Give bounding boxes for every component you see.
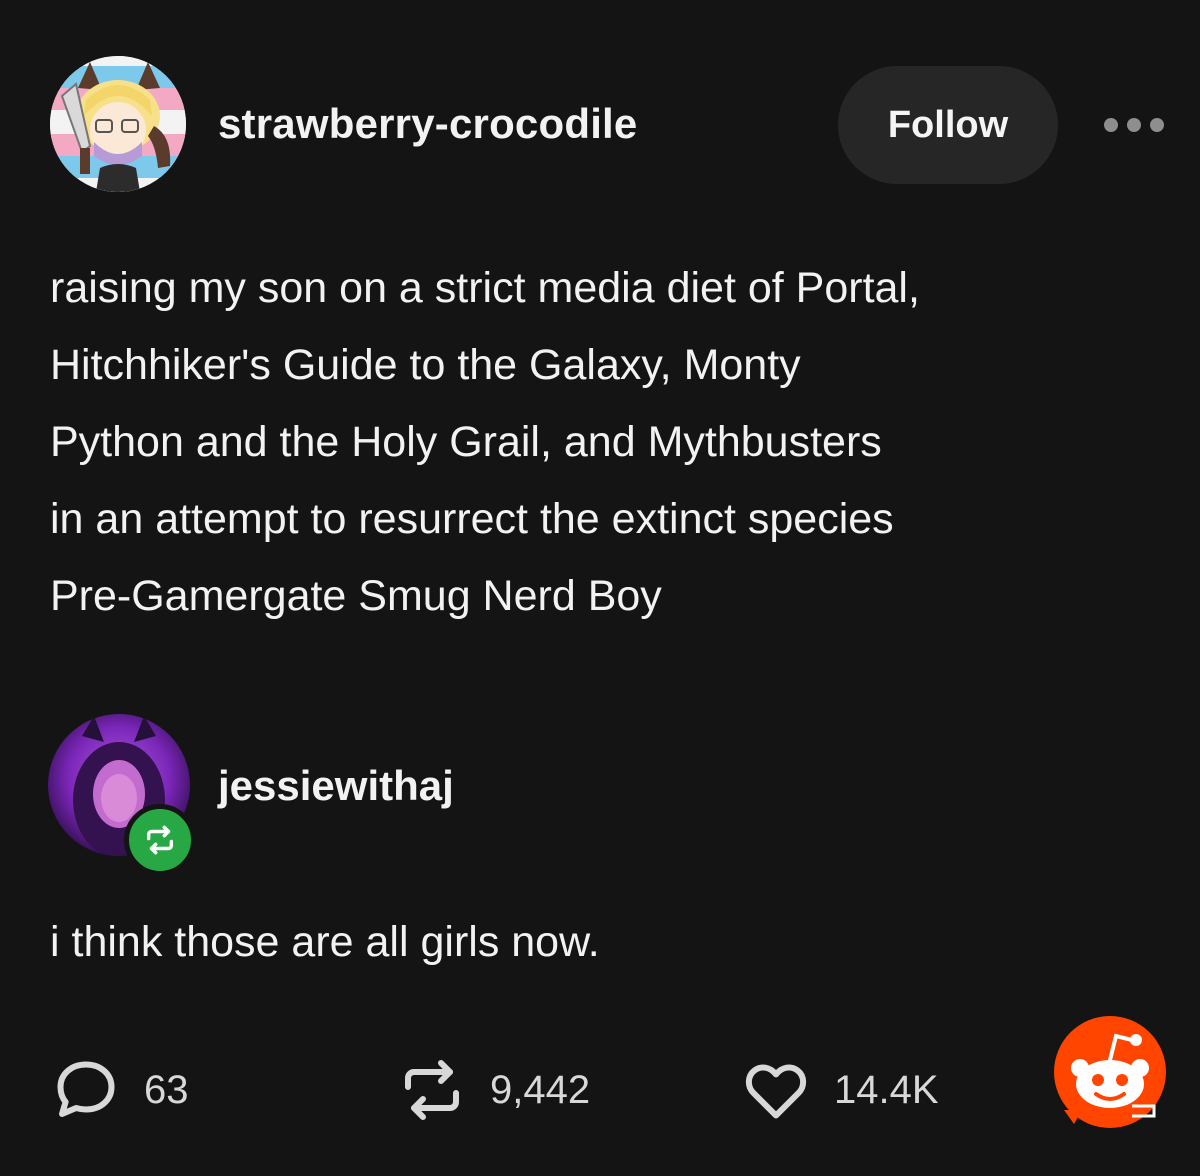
op-username[interactable]: strawberry-crocodile [218,100,638,148]
likes-count: 14.4K [834,1067,939,1112]
dot [1127,118,1141,132]
reblogger-username[interactable]: jessiewithaj [218,762,454,810]
post-line: Pre-Gamergate Smug Nerd Boy [50,572,662,620]
op-avatar-image [50,56,186,192]
dot [1150,118,1164,132]
reblogs-button[interactable]: 9,442 [396,1050,590,1130]
speech-bubble-icon [57,1061,115,1117]
likes-button[interactable]: 14.4K [740,1050,939,1130]
dot [1104,118,1118,132]
heart-icon [745,1064,807,1119]
reblogs-count: 9,442 [490,1067,591,1112]
post-line: raising my son on a strict media diet of… [50,264,920,312]
post-line: in an attempt to resurrect the extinct s… [50,495,894,543]
reblog-icon [405,1060,459,1120]
reblog-body: i think those are all girls now. [50,918,600,966]
reddit-logo [1052,1014,1168,1130]
replies-count: 63 [144,1067,189,1112]
replies-button[interactable]: 63 [50,1050,189,1130]
reblog-badge-icon [124,804,196,876]
post-line: Hitchhiker's Guide to the Galaxy, Monty [50,341,801,389]
post-body: raising my son on a strict media diet of… [50,250,1160,635]
more-dots-icon[interactable] [1104,110,1164,140]
op-avatar[interactable] [50,56,186,192]
post-line: Python and the Holy Grail, and Mythbuste… [50,418,882,466]
follow-button[interactable]: Follow [838,66,1058,184]
reddit-logo-image [1054,1016,1166,1128]
reblog-icon [146,825,174,855]
